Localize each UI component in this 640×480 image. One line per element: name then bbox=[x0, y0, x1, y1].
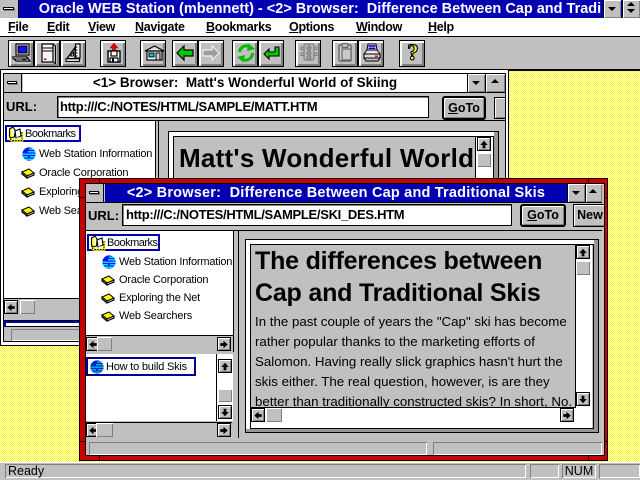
svg-text:?: ? bbox=[407, 41, 419, 65]
